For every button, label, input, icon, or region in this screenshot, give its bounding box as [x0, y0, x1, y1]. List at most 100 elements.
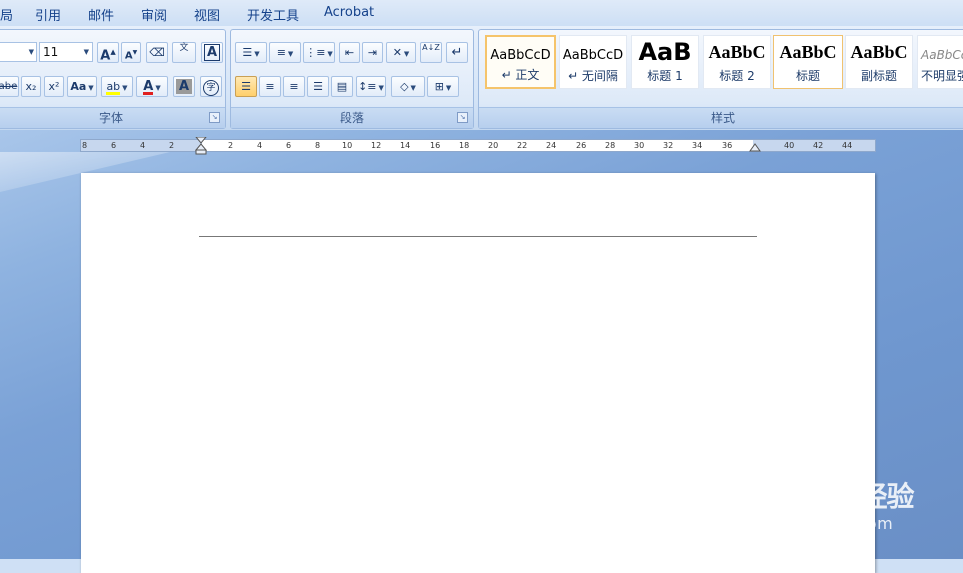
style-preview: AaBbCcD	[562, 48, 624, 63]
highlighter-icon: ab	[106, 77, 121, 96]
font-color-bar	[143, 92, 154, 95]
tab-layout[interactable]: 局	[0, 5, 13, 24]
chevron-down-icon: ▼	[403, 50, 410, 58]
ruler-number: 30	[634, 141, 645, 150]
ruler-number: 12	[371, 141, 382, 150]
align-left-button[interactable]: ☰	[235, 76, 257, 97]
char-border-button[interactable]: A	[201, 42, 223, 63]
style-heading-2[interactable]: AaBbC 标题 2	[703, 35, 771, 89]
superscript-button[interactable]: x²	[44, 76, 64, 97]
numbering-button[interactable]: ≡ ▼	[269, 42, 301, 63]
font-name-field[interactable]: ▼	[0, 42, 37, 62]
style-subtitle[interactable]: AaBbC 副标题	[845, 35, 913, 89]
style-normal[interactable]: AaBbCcD ↵ 正文	[485, 35, 556, 89]
watermark-brand-2: du	[811, 476, 857, 514]
style-caption: 标题 1	[647, 69, 683, 83]
ruler-number: 24	[546, 141, 557, 150]
tab-view[interactable]: 视图	[194, 5, 220, 24]
ruler-number: 2	[169, 141, 175, 150]
change-case-icon: Aa	[70, 80, 87, 93]
styles-group: AaBbCcD ↵ 正文 AaBbCcD ↵ 无间隔 AaB 标题 1 AaBb…	[478, 29, 963, 129]
chevron-down-icon: ▼	[378, 84, 384, 92]
chevron-down-icon: ▼	[28, 48, 34, 56]
sort-button[interactable]: A↓Z	[420, 42, 442, 63]
align-center-icon: ≡	[265, 80, 275, 93]
multilevel-list-button[interactable]: ⋮≡ ▼	[303, 42, 335, 63]
increase-indent-icon: ⇥	[367, 46, 378, 59]
bullets-button[interactable]: ☰ ▼	[235, 42, 267, 63]
grow-font-button[interactable]: A▲	[97, 42, 119, 63]
ruler-number: 6	[286, 141, 292, 150]
paragraph-dialog-launcher[interactable]: ↘	[457, 112, 468, 123]
style-title[interactable]: AaBbC 标题	[773, 35, 843, 89]
style-caption: 标题 2	[719, 69, 755, 83]
shading-button[interactable]: ◇ ▼	[391, 76, 425, 97]
line-spacing-button[interactable]: ↕≡ ▼	[356, 76, 386, 97]
ruler-number: 18	[459, 141, 470, 150]
show-marks-button[interactable]: ↵	[446, 42, 468, 63]
tab-acrobat[interactable]: Acrobat	[324, 5, 374, 20]
paint-bucket-icon: ◇	[400, 80, 409, 93]
asian-layout-icon: ✕	[392, 46, 402, 59]
font-dialog-launcher[interactable]: ↘	[209, 112, 220, 123]
subscript-button[interactable]: x₂	[21, 76, 41, 97]
decrease-indent-button[interactable]: ⇤	[339, 42, 360, 63]
font-size-field[interactable]: 11 ▼	[39, 42, 93, 62]
tab-review[interactable]: 审阅	[141, 5, 167, 24]
increase-indent-button[interactable]: ⇥	[362, 42, 383, 63]
enclose-char-button[interactable]: 字	[200, 76, 222, 97]
watermark-suffix: 经验	[859, 480, 914, 513]
chevron-down-icon: ▼	[83, 48, 89, 56]
right-indent-marker[interactable]	[749, 141, 761, 153]
ruler-number: 32	[663, 141, 674, 150]
grow-font-icon: A	[100, 48, 111, 64]
eraser-icon: ⌫	[149, 46, 165, 59]
distribute-button[interactable]: ▤	[331, 76, 353, 97]
chevron-down-icon: ▼	[122, 84, 128, 92]
align-center-button[interactable]: ≡	[259, 76, 281, 97]
strikethrough-button[interactable]: abe	[0, 76, 19, 97]
ruler-number: 28	[605, 141, 616, 150]
style-no-spacing[interactable]: AaBbCcD ↵ 无间隔	[559, 35, 627, 89]
justify-icon: ☰	[313, 80, 323, 93]
font-color-icon: A	[143, 77, 154, 96]
phonetic-guide-button[interactable]: 文	[172, 42, 196, 63]
ruler-number: 4	[140, 141, 146, 150]
style-preview: AaBbC	[850, 42, 908, 62]
tab-references[interactable]: 引用	[35, 5, 61, 24]
ruler-number: 10	[342, 141, 353, 150]
ruler-number: 36	[722, 141, 733, 150]
decrease-indent-icon: ⇤	[344, 46, 355, 59]
clear-format-button[interactable]: ⌫	[146, 42, 168, 63]
font-color-button[interactable]: A ▼	[136, 76, 168, 97]
horizontal-ruler[interactable]: 8 6 4 2 2 4 6 8 10 12 14 16 18 20 22 24 …	[80, 137, 876, 155]
ruler-number: 2	[228, 141, 234, 150]
align-right-button[interactable]: ≡	[283, 76, 305, 97]
asian-layout-button[interactable]: ✕ ▼	[386, 42, 416, 63]
highlight-button[interactable]: ab ▼	[101, 76, 133, 97]
style-subtle-emphasis[interactable]: AaBbCc 不明显强	[917, 35, 963, 89]
justify-button[interactable]: ☰	[307, 76, 329, 97]
sort-icon: A↓Z	[422, 43, 440, 52]
left-indent-marker[interactable]	[195, 137, 207, 155]
char-shading-button[interactable]: A	[173, 76, 195, 97]
font-group-label: 字体	[0, 107, 225, 128]
paragraph-mark-icon: ↵	[451, 45, 463, 60]
bullet-list-icon: ☰	[242, 46, 253, 59]
phonetic-icon: 文	[179, 43, 189, 53]
shrink-font-button[interactable]: A▼	[121, 42, 141, 63]
borders-button[interactable]: ⊞ ▼	[427, 76, 459, 97]
tab-developer[interactable]: 开发工具	[247, 5, 299, 24]
superscript-icon: x²	[48, 80, 60, 93]
ruler-number: 6	[111, 141, 117, 150]
change-case-button[interactable]: Aa ▼	[67, 76, 97, 97]
style-preview: AaBbC	[708, 42, 766, 62]
ruler-number: 22	[517, 141, 528, 150]
header-rule	[199, 236, 757, 237]
font-group: ▼ 11 ▼ A▲ A▼ ⌫ 文 A abe x₂ x² Aa ▼ ab ▼ A …	[0, 29, 226, 129]
style-preview: AaBbC	[779, 42, 837, 62]
style-heading-1[interactable]: AaB 标题 1	[631, 35, 699, 89]
tab-mailings[interactable]: 邮件	[88, 5, 114, 24]
ruler-number: 8	[315, 141, 321, 150]
chevron-down-icon: ▼	[287, 50, 294, 58]
